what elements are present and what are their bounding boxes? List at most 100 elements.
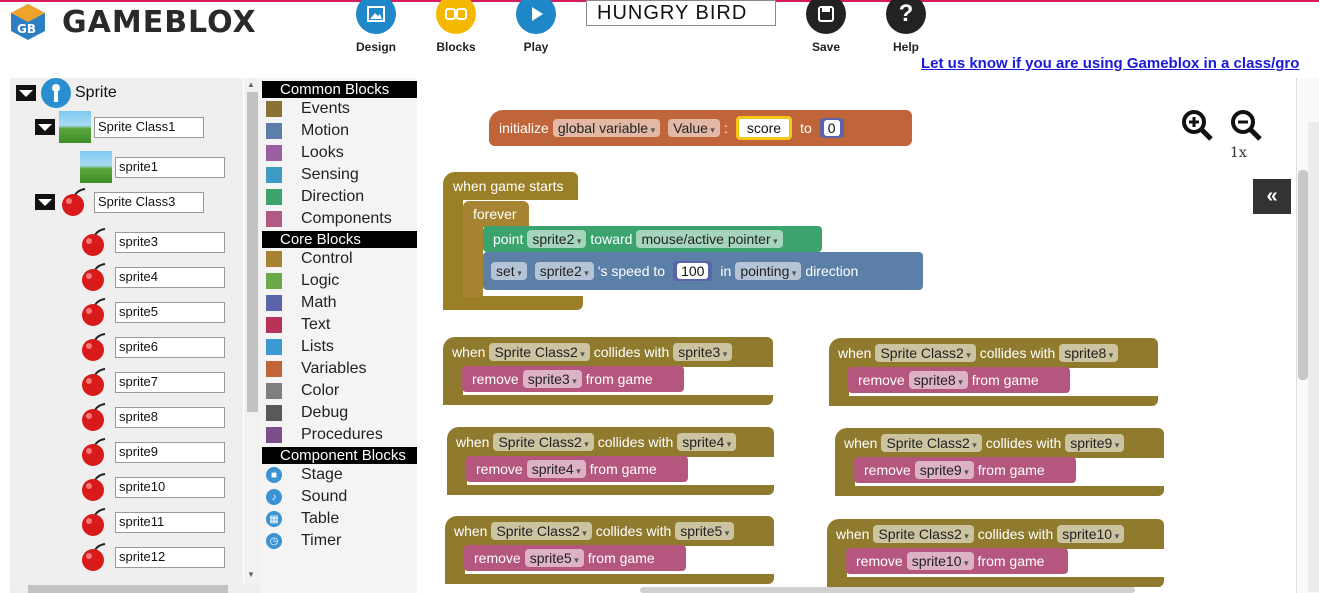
remove-sprite-block[interactable]: remove sprite10 from game bbox=[846, 548, 1068, 574]
gameblox-logo[interactable]: GB GAMEBLOX bbox=[8, 2, 308, 42]
collider-class-dropdown[interactable]: Sprite Class2 bbox=[489, 343, 590, 361]
category-events[interactable]: Events bbox=[266, 99, 350, 119]
category-motion[interactable]: Motion bbox=[266, 121, 349, 141]
category-stage[interactable]: ■ Stage bbox=[266, 465, 343, 485]
category-logic[interactable]: Logic bbox=[266, 271, 339, 291]
collision-event-block[interactable]: when Sprite Class2 collides with sprite3 bbox=[443, 337, 773, 367]
project-title-input[interactable]: HUNGRY BIRD bbox=[586, 0, 776, 26]
sprite-name[interactable]: sprite9 bbox=[115, 442, 225, 463]
collision-target-dropdown[interactable]: sprite3 bbox=[673, 343, 733, 361]
category-math[interactable]: Math bbox=[266, 293, 337, 313]
collider-class-dropdown[interactable]: Sprite Class2 bbox=[493, 433, 594, 451]
design-button[interactable]: Design bbox=[336, 0, 416, 56]
sprite-name[interactable]: sprite7 bbox=[115, 372, 225, 393]
collapse-panel-button[interactable]: « bbox=[1253, 179, 1291, 214]
sprite-class-name[interactable]: Sprite Class1 bbox=[94, 117, 204, 138]
category-procedures[interactable]: Procedures bbox=[266, 425, 383, 445]
sprite-class3-toggle[interactable] bbox=[35, 194, 55, 210]
collision-target-dropdown[interactable]: sprite4 bbox=[677, 433, 737, 451]
remove-target-dropdown[interactable]: sprite4 bbox=[526, 460, 586, 478]
initialize-variable-block[interactable]: initialize global variable Value : score… bbox=[489, 110, 912, 146]
remove-target-dropdown[interactable]: sprite10 bbox=[906, 552, 974, 570]
to-label: to bbox=[800, 120, 812, 136]
sprite-name[interactable]: sprite12 bbox=[115, 547, 225, 568]
speed-value-input[interactable]: 100 bbox=[677, 263, 709, 279]
category-debug[interactable]: Debug bbox=[266, 403, 348, 423]
category-control[interactable]: Control bbox=[266, 249, 353, 269]
remove-sprite-block[interactable]: remove sprite8 from game bbox=[848, 367, 1070, 393]
play-button[interactable]: Play bbox=[496, 0, 576, 56]
scroll-up-arrow-icon[interactable]: ▲ bbox=[247, 80, 255, 89]
sprite-name[interactable]: sprite6 bbox=[115, 337, 225, 358]
sprite-name[interactable]: sprite8 bbox=[115, 407, 225, 428]
remove-target-dropdown[interactable]: sprite8 bbox=[908, 371, 968, 389]
sprite-name[interactable]: sprite5 bbox=[115, 302, 225, 323]
category-sensing[interactable]: Sensing bbox=[266, 165, 359, 185]
remove-target-dropdown[interactable]: sprite9 bbox=[914, 461, 974, 479]
point-sprite-dropdown[interactable]: sprite2 bbox=[527, 230, 587, 248]
forever-block[interactable]: forever bbox=[463, 201, 529, 227]
set-speed-block[interactable]: set sprite2 's speed to 100 in pointing … bbox=[483, 252, 923, 290]
sprite-panel-scroll-thumb[interactable] bbox=[247, 92, 258, 412]
category-direction[interactable]: Direction bbox=[266, 187, 364, 207]
point-target-dropdown[interactable]: mouse/active pointer bbox=[636, 230, 783, 248]
remove-target-dropdown[interactable]: sprite5 bbox=[524, 549, 584, 567]
variable-name-input[interactable]: score bbox=[735, 116, 793, 140]
collision-target-dropdown[interactable]: sprite10 bbox=[1057, 525, 1125, 543]
category-looks[interactable]: Looks bbox=[266, 143, 344, 163]
remove-sprite-block[interactable]: remove sprite9 from game bbox=[854, 457, 1076, 483]
collision-event-block[interactable]: when Sprite Class2 collides with sprite5 bbox=[445, 516, 774, 546]
collision-event-block[interactable]: when Sprite Class2 collides with sprite4 bbox=[447, 427, 774, 457]
category-sound[interactable]: ♪ Sound bbox=[266, 487, 347, 507]
collider-class-dropdown[interactable]: Sprite Class2 bbox=[881, 434, 982, 452]
initial-value-input[interactable]: 0 bbox=[823, 120, 840, 136]
sprite-panel-hscroll-thumb[interactable] bbox=[28, 585, 228, 593]
remove-sprite-block[interactable]: remove sprite5 from game bbox=[464, 545, 686, 571]
sprite-name[interactable]: sprite11 bbox=[115, 512, 225, 533]
set-dropdown[interactable]: set bbox=[491, 262, 527, 280]
blocks-button[interactable]: Blocks bbox=[416, 0, 496, 56]
category-components[interactable]: Components bbox=[266, 209, 392, 229]
sprite-name[interactable]: sprite1 bbox=[115, 157, 225, 178]
class-feedback-link[interactable]: Let us know if you are using Gameblox in… bbox=[921, 55, 1299, 72]
zoom-out-icon[interactable] bbox=[1229, 108, 1263, 147]
set-sprite-dropdown[interactable]: sprite2 bbox=[534, 262, 594, 280]
collision-target-dropdown[interactable]: sprite9 bbox=[1065, 434, 1125, 452]
workspace-vscroll-thumb[interactable] bbox=[1298, 170, 1308, 380]
save-button[interactable]: Save bbox=[786, 0, 866, 56]
category-timer[interactable]: ◷ Timer bbox=[266, 531, 341, 551]
direction-dropdown[interactable]: pointing bbox=[735, 262, 802, 280]
collision-event-block[interactable]: when Sprite Class2 collides with sprite9 bbox=[835, 428, 1164, 458]
point-toward-block[interactable]: point sprite2 toward mouse/active pointe… bbox=[483, 226, 822, 252]
zoom-in-icon[interactable] bbox=[1180, 108, 1214, 147]
workspace-hscroll-thumb[interactable] bbox=[640, 587, 1135, 593]
collider-class-dropdown[interactable]: Sprite Class2 bbox=[873, 525, 974, 543]
category-swatch bbox=[266, 383, 282, 399]
category-color[interactable]: Color bbox=[266, 381, 339, 401]
sprite-name[interactable]: sprite3 bbox=[115, 232, 225, 253]
help-button[interactable]: ? Help bbox=[866, 0, 946, 56]
collision-target-dropdown[interactable]: sprite5 bbox=[675, 522, 735, 540]
sprite-name[interactable]: sprite4 bbox=[115, 267, 225, 288]
collider-class-dropdown[interactable]: Sprite Class2 bbox=[875, 344, 976, 362]
workspace-vscroll-track[interactable] bbox=[1308, 122, 1319, 592]
collision-target-dropdown[interactable]: sprite8 bbox=[1059, 344, 1119, 362]
category-table[interactable]: ▦ Table bbox=[266, 509, 339, 529]
category-text[interactable]: Text bbox=[266, 315, 330, 335]
scroll-down-arrow-icon[interactable]: ▼ bbox=[247, 570, 255, 579]
collision-event-block[interactable]: when Sprite Class2 collides with sprite8 bbox=[829, 338, 1158, 368]
scope-dropdown[interactable]: global variable bbox=[552, 119, 661, 137]
sprite-root-toggle[interactable] bbox=[16, 85, 36, 101]
sprite-class-name[interactable]: Sprite Class3 bbox=[94, 192, 204, 213]
remove-sprite-block[interactable]: remove sprite3 from game bbox=[462, 366, 684, 392]
category-variables[interactable]: Variables bbox=[266, 359, 367, 379]
remove-target-dropdown[interactable]: sprite3 bbox=[522, 370, 582, 388]
collision-event-block[interactable]: when Sprite Class2 collides with sprite1… bbox=[827, 519, 1164, 549]
when-game-starts-block[interactable]: when game starts bbox=[443, 172, 578, 200]
collider-class-dropdown[interactable]: Sprite Class2 bbox=[491, 522, 592, 540]
category-lists[interactable]: Lists bbox=[266, 337, 334, 357]
sprite-name[interactable]: sprite10 bbox=[115, 477, 225, 498]
type-dropdown[interactable]: Value bbox=[668, 119, 720, 137]
sprite-class1-toggle[interactable] bbox=[35, 119, 55, 135]
remove-sprite-block[interactable]: remove sprite4 from game bbox=[466, 456, 688, 482]
